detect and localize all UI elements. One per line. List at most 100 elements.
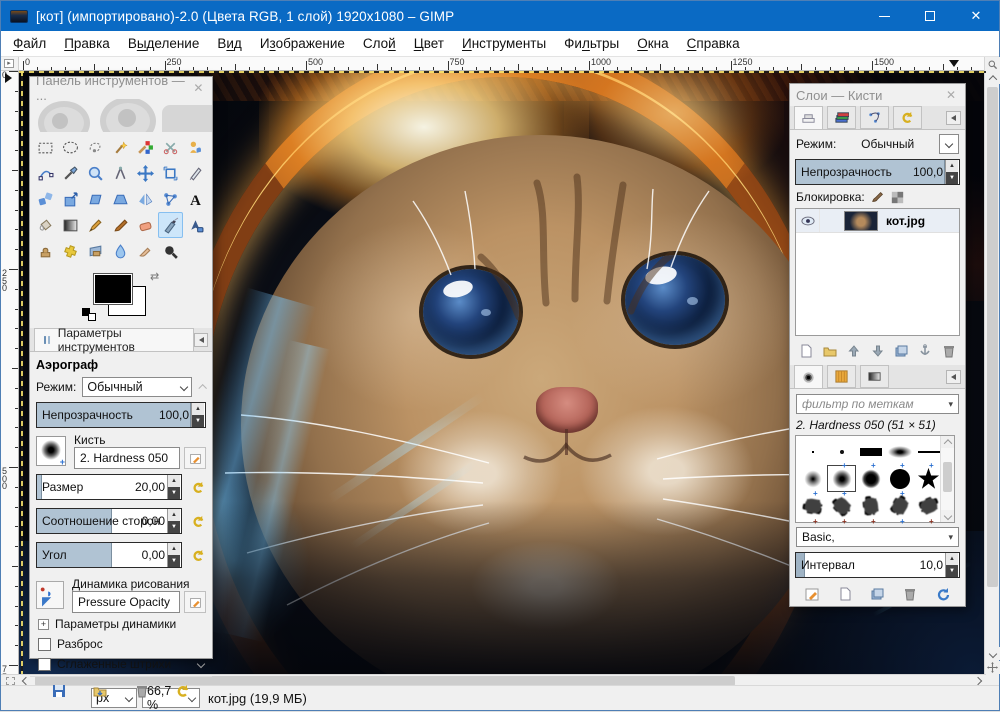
tool-rotate[interactable]	[33, 186, 58, 212]
save-presets-button[interactable]	[47, 681, 71, 701]
tool-pencil[interactable]	[83, 212, 108, 238]
brush-name-field[interactable]: 2. Hardness 050	[74, 447, 180, 469]
menu-10[interactable]: Окна	[628, 33, 677, 54]
maximize-button[interactable]	[907, 1, 953, 31]
tab-brushes[interactable]	[794, 365, 823, 388]
toolbox-titlebar[interactable]: Панель инструментов — ... ✕	[30, 77, 212, 99]
edit-brush-button[interactable]	[184, 447, 206, 469]
menu-5[interactable]: Изображение	[251, 33, 354, 54]
menu-8[interactable]: Инструменты	[453, 33, 555, 54]
reset-tool-button[interactable]	[171, 681, 195, 701]
new-brush-button[interactable]	[833, 584, 857, 604]
tool-perspective-clone[interactable]	[83, 238, 108, 264]
scroll-up-button[interactable]	[985, 71, 1000, 84]
tool-flip[interactable]	[133, 186, 158, 212]
jitter-checkbox[interactable]: Разброс	[30, 634, 212, 654]
scroll-down-button[interactable]	[985, 647, 1000, 660]
layer-row[interactable]: кот.jpg	[796, 209, 959, 233]
vertical-scrollbar[interactable]	[984, 57, 999, 674]
dock-titlebar[interactable]: Слои — Кисти ✕	[790, 84, 965, 106]
tool-ink[interactable]	[183, 212, 208, 238]
vertical-ruler[interactable]: 0250500750	[1, 71, 19, 674]
layer-opacity-slider[interactable]: Непрозрачность 100,0 ▲▼	[795, 159, 960, 185]
brush-group-select[interactable]: Basic, ▾	[796, 527, 959, 547]
tool-color-picker[interactable]	[58, 160, 83, 186]
duplicate-layer-button[interactable]	[889, 341, 913, 361]
brush-preview[interactable]: +	[36, 436, 66, 466]
default-colors-icon[interactable]	[82, 308, 96, 321]
tool-airbrush[interactable]	[158, 212, 183, 238]
visibility-eye-icon[interactable]	[796, 209, 820, 232]
lock-pixels-icon[interactable]	[871, 190, 885, 204]
menu-1[interactable]: Файл	[4, 33, 55, 54]
opacity-slider[interactable]: Непрозрачность 100,0 ▲▼	[36, 402, 206, 428]
opacity-spinner[interactable]: ▲▼	[191, 403, 204, 427]
aspect-ratio-slider[interactable]: Соотношение сторон 0,00 ▲▼	[36, 508, 182, 534]
raise-layer-button[interactable]	[842, 341, 866, 361]
menu-6[interactable]: Слой	[354, 33, 405, 54]
tool-dodge-burn[interactable]	[158, 238, 183, 264]
duplicate-brush-button[interactable]	[865, 584, 889, 604]
brush-filter-input[interactable]: фильтр по меткам ▾	[796, 394, 959, 414]
lower-layer-button[interactable]	[866, 341, 890, 361]
edit-dynamics-button[interactable]	[184, 591, 206, 613]
tool-crop[interactable]	[183, 160, 208, 186]
tool-shear[interactable]	[83, 186, 108, 212]
dynamics-preview[interactable]: ● ◗ ◤	[36, 581, 64, 609]
minimize-button[interactable]	[861, 1, 907, 31]
tab-layers[interactable]	[794, 106, 823, 129]
dock-menu-button[interactable]	[194, 333, 208, 347]
tool-rect-select[interactable]	[33, 134, 58, 160]
dynamics-field[interactable]: Pressure Opacity	[72, 591, 180, 613]
tool-select-by-color[interactable]	[133, 134, 158, 160]
reset-aspect-button[interactable]	[188, 511, 208, 531]
tool-eraser[interactable]	[133, 212, 158, 238]
tab-channels[interactable]	[827, 106, 856, 129]
delete-layer-button[interactable]	[937, 341, 961, 361]
navigation-button[interactable]	[985, 661, 1000, 674]
dock-menu-button[interactable]	[946, 370, 961, 384]
edit-brush-button[interactable]	[800, 584, 824, 604]
menu-7[interactable]: Цвет	[405, 33, 453, 54]
new-group-button[interactable]	[818, 341, 842, 361]
tool-free-select[interactable]	[83, 134, 108, 160]
tool-handle-transform[interactable]	[158, 186, 183, 212]
menu-9[interactable]: Фильтры	[555, 33, 628, 54]
tool-text[interactable]: A	[183, 186, 208, 212]
tab-undo[interactable]	[893, 106, 922, 129]
tool-scissors-select[interactable]	[158, 134, 183, 160]
lock-alpha-icon[interactable]	[891, 191, 904, 204]
brush-1-pixel[interactable]	[798, 438, 827, 465]
reset-angle-button[interactable]	[188, 545, 208, 565]
tool-bucket-fill[interactable]	[33, 212, 58, 238]
menu-11[interactable]: Справка	[678, 33, 749, 54]
tool-smudge[interactable]	[133, 238, 158, 264]
tool-foreground-select[interactable]	[183, 134, 208, 160]
tool-scale[interactable]	[58, 186, 83, 212]
tab-tool-options[interactable]: Параметры инструментов	[34, 328, 194, 351]
tool-ellipse-select[interactable]	[58, 134, 83, 160]
new-layer-button[interactable]	[794, 341, 818, 361]
close-button[interactable]: ✕	[953, 1, 999, 31]
tool-heal[interactable]	[58, 238, 83, 264]
tool-zoom[interactable]	[83, 160, 108, 186]
tool-gradient[interactable]	[58, 212, 83, 238]
restore-presets-button[interactable]	[88, 681, 112, 701]
tool-perspective[interactable]	[108, 186, 133, 212]
title-bar[interactable]: [кот] (импортировано)-2.0 (Цвета RGB, 1 …	[1, 1, 999, 31]
delete-brush-button[interactable]	[898, 584, 922, 604]
anchor-layer-button[interactable]	[913, 341, 937, 361]
menu-2[interactable]: Правка	[55, 33, 119, 54]
brush-13-spl[interactable]	[856, 493, 885, 520]
size-slider[interactable]: Размер 20,00 ▲▼	[36, 474, 182, 500]
tool-paths[interactable]	[33, 160, 58, 186]
tool-align[interactable]	[158, 160, 183, 186]
tool-fuzzy-select[interactable]	[108, 134, 133, 160]
tab-patterns[interactable]	[827, 365, 856, 388]
menu-4[interactable]: Вид	[208, 33, 250, 54]
angle-slider[interactable]: Угол 0,00 ▲▼	[36, 542, 182, 568]
tool-paintbrush[interactable]	[108, 212, 133, 238]
tool-move[interactable]	[133, 160, 158, 186]
tool-measure[interactable]	[108, 160, 133, 186]
menu-3[interactable]: Выделение	[119, 33, 209, 54]
